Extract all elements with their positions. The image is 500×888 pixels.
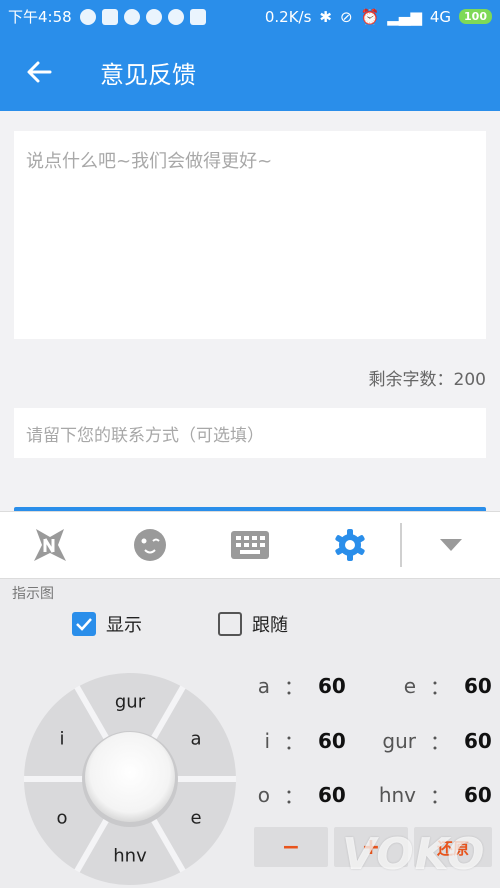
alarm-icon: ⏰ [360, 7, 380, 26]
app-bar: 意见反馈 [0, 33, 500, 111]
param-key: e [403, 673, 416, 698]
param-row: e ： 60 [356, 671, 492, 700]
page-title: 意见反馈 [100, 60, 196, 89]
param-colon: ： [430, 675, 450, 699]
wheel-label-right: a [190, 728, 202, 750]
collapse-icon [440, 539, 462, 551]
logo-button[interactable] [0, 511, 100, 579]
watermark-logo: VOKO [342, 829, 486, 880]
indicator-panel: 指示图 显示 跟随 gur i a o e hnv a ： 60 e ： 60 … [0, 579, 500, 888]
param-colon: ： [430, 730, 450, 754]
checkbox-checked-icon [72, 612, 96, 636]
keyboard-toolbar [0, 511, 500, 579]
feedback-textarea[interactable]: 说点什么吧~我们会做得更好~ [14, 131, 486, 339]
feedback-placeholder: 说点什么吧~我们会做得更好~ [26, 151, 273, 172]
notification-icons [79, 8, 206, 25]
contact-input[interactable]: 请留下您的联系方式（可选填） [14, 408, 486, 458]
param-colon: ： [284, 730, 304, 754]
emoji-button[interactable] [100, 511, 200, 579]
notification-icon [79, 8, 96, 25]
signal-icon: ▂▄▆ [387, 7, 422, 26]
wheel-label-bottom-left: o [56, 807, 68, 829]
collapse-button[interactable] [402, 511, 500, 579]
param-key: a [257, 673, 270, 698]
contact-placeholder: 请留下您的联系方式（可选填） [26, 425, 264, 446]
mute-icon: ⊘ [339, 7, 353, 26]
param-key: gur [382, 728, 416, 753]
char-counter: 剩余字数：200 [368, 370, 486, 390]
follow-checkbox[interactable]: 跟随 [218, 611, 288, 637]
panel-label: 指示图 [12, 586, 54, 602]
param-row: i ： 60 [240, 726, 346, 755]
status-time: 下午4:58 [8, 8, 72, 26]
wheel-label-bottom-right: e [190, 807, 202, 829]
param-row: o ： 60 [240, 780, 346, 809]
wheel-label-top: gur [114, 691, 146, 713]
param-value[interactable]: 60 [318, 729, 346, 753]
param-value[interactable]: 60 [464, 783, 492, 807]
show-label: 显示 [106, 615, 142, 636]
back-button[interactable] [24, 57, 54, 87]
param-value[interactable]: 60 [318, 674, 346, 698]
minus-icon: − [281, 834, 301, 860]
bluetooth-icon: ✱ [319, 7, 332, 26]
feedback-form: 说点什么吧~我们会做得更好~ 剩余字数：200 请留下您的联系方式（可选填） [0, 111, 500, 511]
logo-icon [34, 529, 66, 561]
notification-icon [123, 8, 140, 25]
battery-icon: 100 [459, 9, 492, 24]
param-value[interactable]: 60 [464, 729, 492, 753]
param-colon: ： [430, 784, 450, 808]
param-key: i [264, 728, 270, 753]
show-checkbox[interactable]: 显示 [72, 611, 142, 637]
settings-icon [335, 529, 365, 561]
param-colon: ： [284, 784, 304, 808]
emoji-icon [134, 529, 166, 561]
wheel-label-bottom: hnv [113, 845, 147, 867]
param-key: hnv [378, 782, 416, 807]
param-colon: ： [284, 675, 304, 699]
arrow-left-icon [27, 61, 52, 83]
settings-button[interactable] [300, 511, 400, 579]
keyboard-button[interactable] [200, 511, 300, 579]
param-row: a ： 60 [240, 671, 346, 700]
checkbox-unchecked-icon [218, 612, 242, 636]
network-speed: 0.2K/s [264, 7, 312, 26]
indicator-wheel[interactable]: gur i a o e hnv [22, 671, 238, 887]
decrease-button[interactable]: − [254, 827, 328, 867]
notification-icon [101, 8, 118, 25]
notification-icon [167, 8, 184, 25]
network-type: 4G [429, 7, 452, 26]
wheel-label-left: i [59, 728, 65, 750]
param-row: gur ： 60 [356, 726, 492, 755]
follow-label: 跟随 [252, 615, 288, 636]
param-row: hnv ： 60 [356, 780, 492, 809]
notification-icon [145, 8, 162, 25]
notification-icon [189, 8, 206, 25]
param-key: o [257, 782, 270, 807]
param-value[interactable]: 60 [318, 783, 346, 807]
status-bar: 下午4:58 0.2K/s ✱ ⊘ ⏰ ▂▄▆ 4G 100 [0, 0, 500, 33]
keyboard-icon [231, 531, 269, 559]
param-value[interactable]: 60 [464, 674, 492, 698]
